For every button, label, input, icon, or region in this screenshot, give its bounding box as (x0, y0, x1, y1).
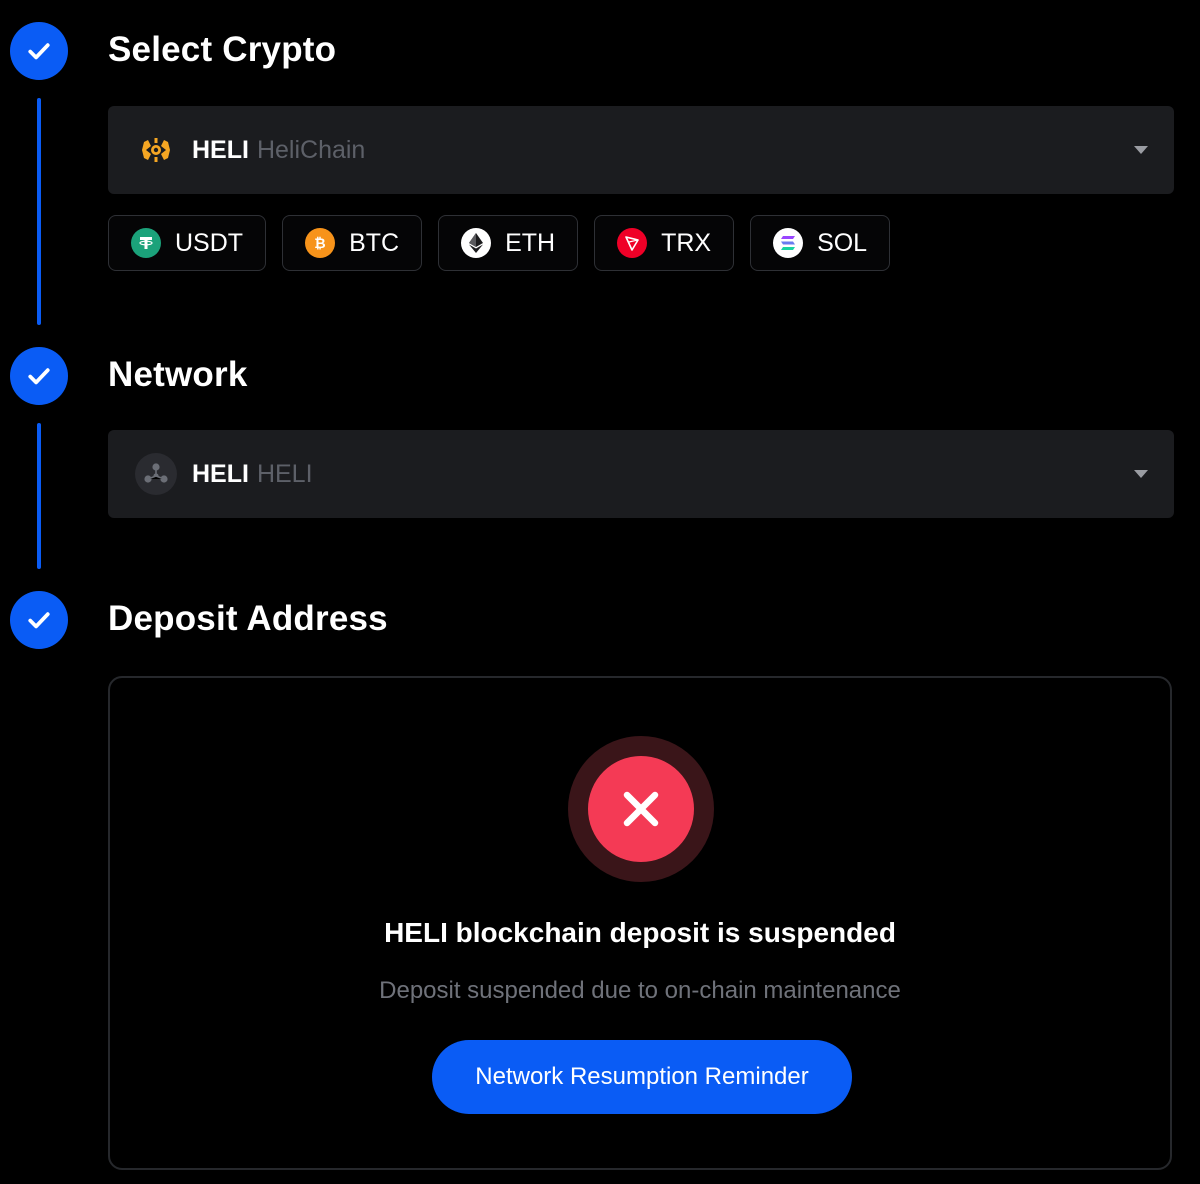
step-connector-line (37, 98, 41, 325)
deposit-address-card: HELI blockchain deposit is suspended Dep… (108, 676, 1172, 1170)
coin-chip-label: ETH (505, 228, 556, 257)
deposit-suspended-title: HELI blockchain deposit is suspended (384, 917, 896, 948)
ethereum-icon (461, 228, 492, 258)
crypto-select-symbol: HELI (192, 136, 249, 164)
network-select-name: HELI (256, 460, 313, 488)
coin-chip-sol[interactable]: SOL (750, 215, 891, 271)
coin-chip-label: USDT (175, 228, 244, 257)
solana-icon (773, 228, 804, 258)
coin-chip-label: TRX (661, 228, 712, 257)
step-title-select-crypto: Select Crypto (108, 30, 337, 69)
network-select-symbol: HELI (192, 460, 249, 488)
error-x-icon (568, 736, 714, 882)
tron-icon (617, 228, 648, 258)
crypto-select-name: HeliChain (256, 136, 366, 164)
tether-icon (131, 228, 161, 258)
network-select-dropdown[interactable]: HELI HELI (108, 430, 1174, 518)
network-nodes-icon (134, 452, 178, 496)
chevron-down-icon (1134, 470, 1148, 478)
coin-chip-eth[interactable]: ETH (438, 215, 579, 271)
step-complete-check-icon (10, 347, 68, 405)
step-complete-check-icon (10, 591, 68, 649)
coin-chip-trx[interactable]: TRX (594, 215, 735, 271)
network-resumption-reminder-button[interactable]: Network Resumption Reminder (432, 1040, 852, 1114)
deposit-suspended-reason: Deposit suspended due to on-chain mainte… (379, 977, 901, 1004)
deposit-page: Select Crypto HELI HeliChain USDT ₿ BTC … (0, 0, 1200, 1184)
coin-chip-usdt[interactable]: USDT (108, 215, 267, 271)
coin-chip-label: BTC (349, 228, 400, 257)
step-connector-line (37, 423, 41, 569)
coin-chip-label: SOL (817, 228, 868, 257)
step-title-deposit-address: Deposit Address (108, 599, 388, 638)
svg-text:₿: ₿ (314, 235, 325, 251)
helichain-logo-icon (134, 128, 178, 172)
chevron-down-icon (1134, 146, 1148, 154)
bitcoin-icon: ₿ (305, 228, 336, 258)
coin-chip-btc[interactable]: ₿ BTC (282, 215, 423, 271)
quick-coin-list: USDT ₿ BTC ETH TRX SOL (108, 215, 891, 273)
step-title-network: Network (108, 355, 248, 394)
crypto-select-dropdown[interactable]: HELI HeliChain (108, 106, 1174, 194)
step-complete-check-icon (10, 22, 68, 80)
